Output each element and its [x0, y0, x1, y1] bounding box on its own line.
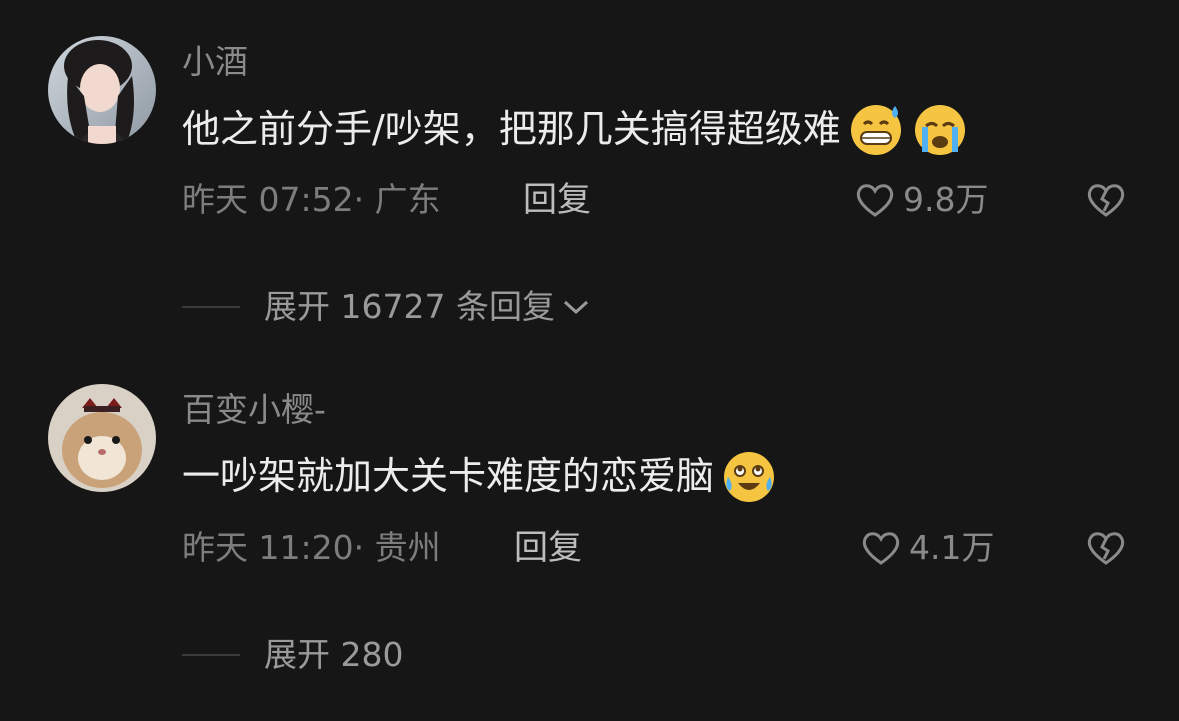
- expand-replies[interactable]: 展开 280: [182, 633, 403, 677]
- comment-text: 一吵架就加大关卡难度的恋爱脑: [182, 454, 715, 498]
- tears-of-joy-emoji: [724, 452, 775, 502]
- expand-replies-label: 展开 280: [264, 635, 404, 674]
- heart-icon: [862, 532, 900, 565]
- comment-username[interactable]: 百变小樱-: [182, 390, 326, 430]
- comment-text-row: 一吵架就加大关卡难度的恋爱脑: [182, 447, 778, 505]
- avatar[interactable]: [48, 384, 156, 492]
- avatar-hamster-icon: [48, 384, 156, 492]
- comment-meta: 昨天 11:20· 贵州: [182, 528, 441, 567]
- comment-item: 百变小樱- 一吵架就加大关卡难度的恋爱脑 昨天 11:20· 贵州 回复 4.1…: [0, 0, 1179, 721]
- like-count: 4.1万: [909, 528, 995, 567]
- broken-heart-icon: [1087, 532, 1125, 565]
- divider-line: [182, 654, 240, 656]
- dislike-button[interactable]: [1086, 529, 1126, 571]
- reply-button[interactable]: 回复: [514, 526, 582, 570]
- like-button[interactable]: 4.1万: [861, 526, 994, 570]
